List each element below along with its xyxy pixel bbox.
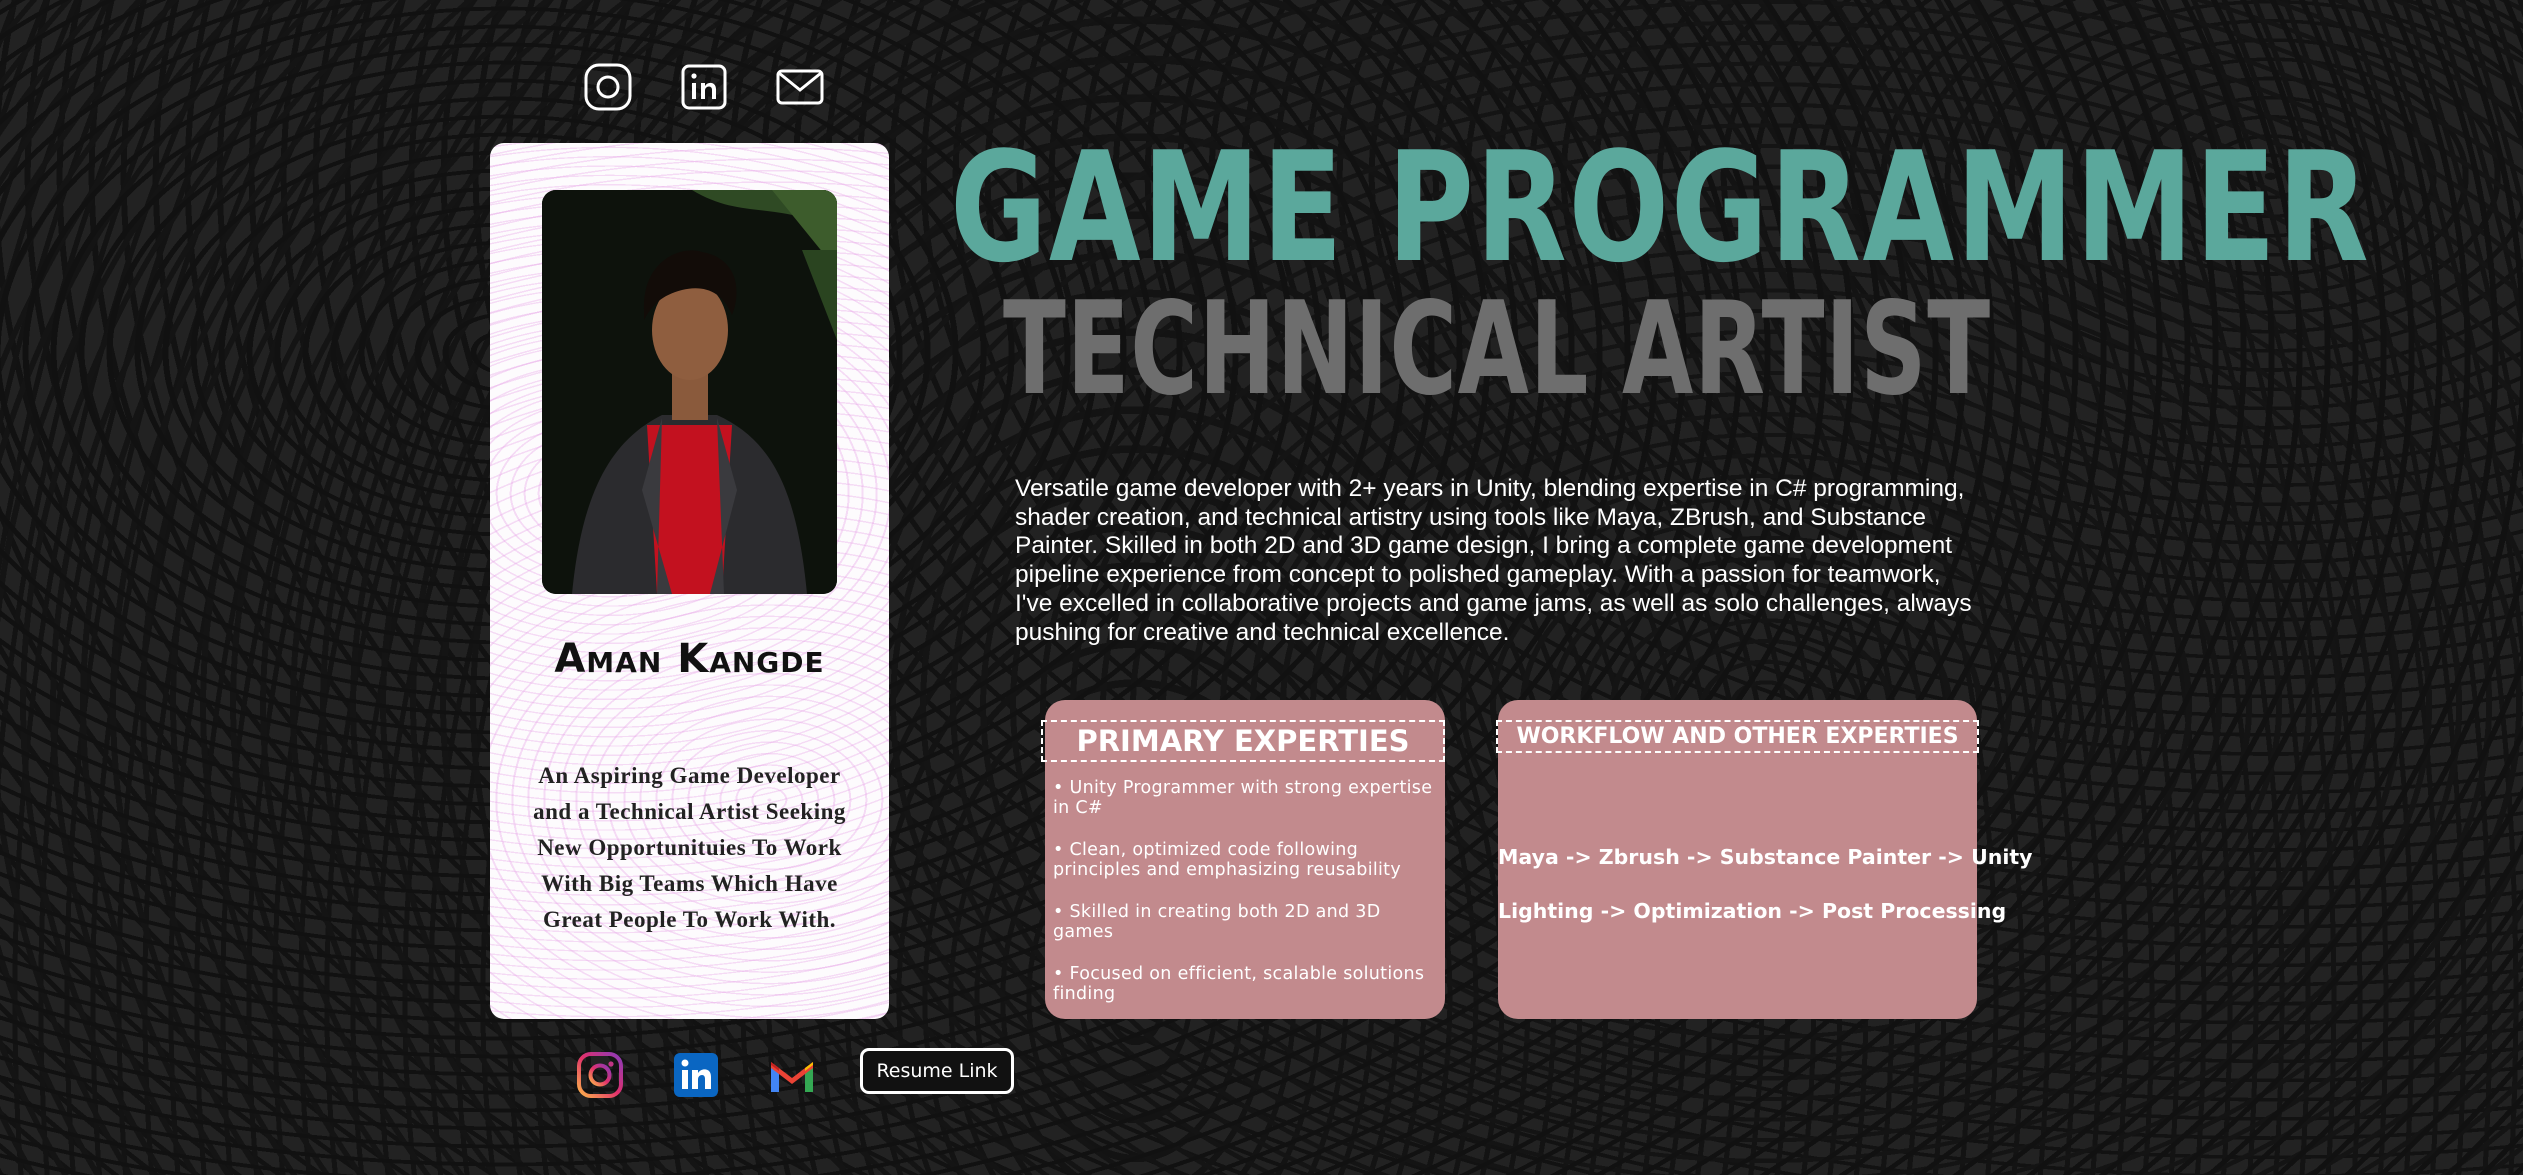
linkedin-icon[interactable] [671,1050,721,1100]
resume-link-button[interactable]: Resume Link [860,1048,1014,1094]
gmail-icon[interactable] [767,1050,817,1100]
primary-expertise-list: • Unity Programmer with strong expertise… [1053,778,1438,1026]
bio-paragraph: Versatile game developer with 2+ years i… [1015,475,1972,646]
primary-expertise-card: PRIMARY EXPERTIES • Unity Programmer wit… [1041,700,1445,1019]
profile-name: Aman Kangde [554,636,825,682]
list-item: • Focused on efficient, scalable solutio… [1053,964,1425,1004]
linkedin-outline-icon[interactable] [679,62,729,112]
list-item: • Skilled in creating both 2D and 3D gam… [1053,902,1381,942]
profile-photo [542,190,837,594]
instagram-icon[interactable] [575,1050,625,1100]
profile-card: Aman Kangde An Aspiring Game Developer a… [490,143,889,1019]
profile-tagline: An Aspiring Game Developer and a Technic… [533,763,846,932]
workflow-expertise-card: WORKFLOW AND OTHER EXPERTIES Maya -> Zbr… [1496,700,2033,1019]
workflow-line-2: Lighting -> Optimization -> Post Process… [1498,899,2007,923]
page-title: GAME PROGRAMMER [950,119,2371,296]
workflow-line-1: Maya -> Zbrush -> Substance Painter -> U… [1498,845,2033,869]
workflow-expertise-heading: WORKFLOW AND OTHER EXPERTIES [1496,720,1979,753]
page-subtitle: TECHNICAL ARTIST [1003,275,1991,424]
mail-outline-icon[interactable] [775,62,825,112]
primary-expertise-heading: PRIMARY EXPERTIES [1041,720,1445,762]
list-item: • Clean, optimized code following princi… [1053,840,1401,880]
list-item: • Unity Programmer with strong expertise… [1053,778,1433,818]
instagram-outline-icon[interactable] [583,62,633,112]
